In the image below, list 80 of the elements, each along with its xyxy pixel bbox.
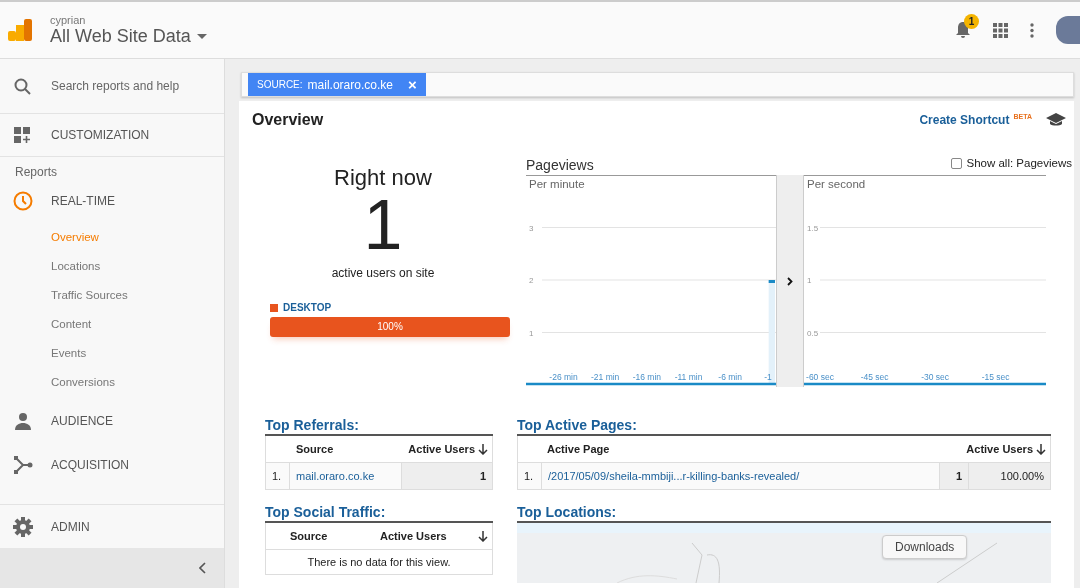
column-header[interactable]: Active Users bbox=[966, 443, 1033, 455]
panel-title: Per second bbox=[807, 178, 866, 190]
section-title: Top Social Traffic: bbox=[265, 504, 493, 523]
x-tick-label: -15 sec bbox=[981, 372, 1010, 382]
active-users-caption: active users on site bbox=[331, 266, 435, 280]
y-tick-label: 2 bbox=[529, 276, 534, 285]
row-number: 1. bbox=[266, 463, 290, 489]
y-tick-label: 3 bbox=[529, 223, 534, 233]
x-tick-label: -26 min bbox=[549, 372, 578, 382]
bar-chart-logo-icon bbox=[8, 19, 32, 41]
filter-chip[interactable]: SOURCE: mail.oraro.co.ke × bbox=[248, 73, 426, 96]
page-title: Overview bbox=[252, 111, 324, 129]
sort-arrow-icon[interactable] bbox=[478, 530, 488, 542]
column-header[interactable]: Active Users bbox=[380, 530, 478, 542]
account-name: cyprian bbox=[50, 13, 87, 26]
x-tick-label: -11 min bbox=[674, 372, 703, 382]
y-tick-label: 1 bbox=[529, 328, 534, 338]
panel-title: Per minute bbox=[529, 178, 585, 190]
create-shortcut-link[interactable]: Create Shortcut bbox=[919, 113, 1010, 127]
chevron-right-icon[interactable] bbox=[787, 276, 793, 286]
nav-subitem[interactable]: Conversions bbox=[0, 368, 224, 397]
share-percent: 100% bbox=[376, 320, 404, 334]
clock-icon bbox=[13, 191, 33, 211]
nav-item[interactable]: CUSTOMIZATION bbox=[51, 128, 150, 142]
x-tick-label: -30 sec bbox=[921, 372, 949, 382]
nav-item[interactable]: ADMIN bbox=[51, 519, 90, 534]
nav-item[interactable]: AUDIENCE bbox=[51, 414, 113, 428]
nav-subitem[interactable]: Events bbox=[0, 339, 224, 368]
y-tick-label: 0.5 bbox=[807, 328, 819, 338]
x-tick-label: -21 min bbox=[591, 372, 620, 382]
property-selector[interactable]: All Web Site Data bbox=[50, 25, 207, 47]
checkbox-label: Show all: Pageviews bbox=[966, 157, 1072, 169]
chart-title: Pageviews bbox=[526, 157, 594, 173]
chevron-left-icon[interactable] bbox=[199, 562, 206, 574]
nav-subitem[interactable]: Content bbox=[0, 310, 224, 339]
nav-item[interactable]: ACQUISITION bbox=[51, 458, 129, 472]
column-header: Source bbox=[296, 443, 335, 455]
section-label: Reports bbox=[14, 164, 59, 179]
source-link[interactable]: mail.oraro.co.ke bbox=[290, 463, 402, 489]
y-tick-label: 1 bbox=[807, 276, 812, 285]
section-title: Top Active Pages: bbox=[517, 417, 1051, 436]
y-tick-label: 1.5 bbox=[807, 223, 819, 233]
dashboard-add-icon bbox=[14, 126, 31, 144]
column-header: Source bbox=[290, 530, 329, 542]
table-cell: 1 bbox=[940, 463, 969, 489]
active-users-count: 1 bbox=[363, 189, 403, 261]
sort-arrow-icon[interactable] bbox=[478, 443, 488, 455]
sort-arrow-icon[interactable] bbox=[1036, 443, 1046, 455]
user-avatar[interactable] bbox=[1056, 16, 1080, 44]
column-header[interactable]: Active Users bbox=[408, 443, 475, 455]
column-header: Active Page bbox=[547, 443, 611, 455]
graduation-cap-icon[interactable] bbox=[1046, 113, 1066, 127]
x-tick-label: -16 min bbox=[632, 372, 661, 382]
show-all-checkbox[interactable] bbox=[950, 157, 962, 169]
tooltip: Downloads bbox=[882, 535, 968, 559]
nav-subitem[interactable]: Locations bbox=[0, 252, 224, 281]
x-tick-label: -1 bbox=[764, 372, 772, 382]
caret-icon[interactable] bbox=[196, 33, 207, 39]
section-title: Top Referrals: bbox=[265, 417, 493, 436]
page-link[interactable]: /2017/05/09/sheila-mmbiji...r-killing-banks-revealed/ bbox=[542, 463, 940, 489]
table-cell: 100.00% bbox=[969, 463, 1050, 489]
more-options-icon[interactable] bbox=[1030, 22, 1034, 38]
person-icon bbox=[14, 412, 32, 430]
nav-item[interactable]: REAL-TIME bbox=[51, 194, 115, 208]
x-tick-label: -45 sec bbox=[860, 372, 889, 382]
right-now-title: Right now bbox=[334, 165, 432, 191]
search-icon[interactable] bbox=[14, 77, 31, 95]
empty-message: There is no data for this view. bbox=[306, 555, 452, 570]
search-field[interactable]: Search reports and help bbox=[51, 79, 180, 93]
row-number: 1. bbox=[518, 463, 542, 489]
apps-grid-icon[interactable] bbox=[993, 22, 1008, 38]
branch-icon bbox=[13, 456, 33, 474]
x-tick-label: -60 sec bbox=[806, 372, 834, 382]
legend-label: DESKTOP bbox=[283, 302, 332, 313]
x-tick-label: -6 min bbox=[718, 372, 742, 382]
nav-subitem[interactable]: Traffic Sources bbox=[0, 281, 224, 310]
table-cell: 1 bbox=[402, 463, 492, 489]
gear-icon bbox=[13, 516, 33, 537]
notification-badge: 1 bbox=[964, 14, 979, 29]
bell-icon[interactable] bbox=[955, 21, 971, 39]
